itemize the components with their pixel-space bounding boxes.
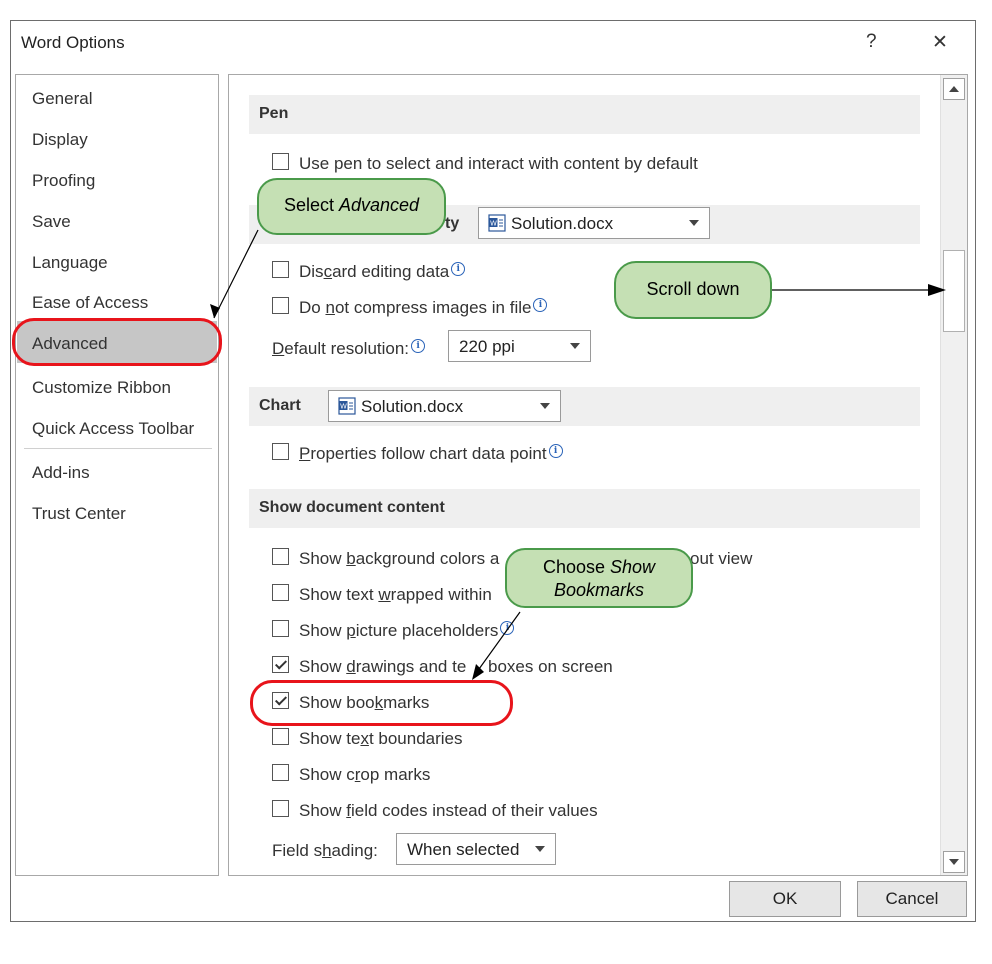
annotation-arrows <box>210 229 946 680</box>
callout-scroll-down: Scroll down <box>614 261 772 319</box>
arrowhead <box>928 284 946 296</box>
callout-choose-bookmarks: Choose Show Bookmarks <box>505 548 693 608</box>
arrowhead <box>472 664 484 680</box>
highlight-ring-advanced <box>12 318 222 366</box>
arrow-to-advanced <box>213 229 259 319</box>
highlight-ring-bookmarks <box>250 680 513 726</box>
arrow-to-bookmarks <box>473 611 521 677</box>
callout-select-advanced: Select Advanced <box>257 178 446 235</box>
arrowhead <box>210 304 220 318</box>
